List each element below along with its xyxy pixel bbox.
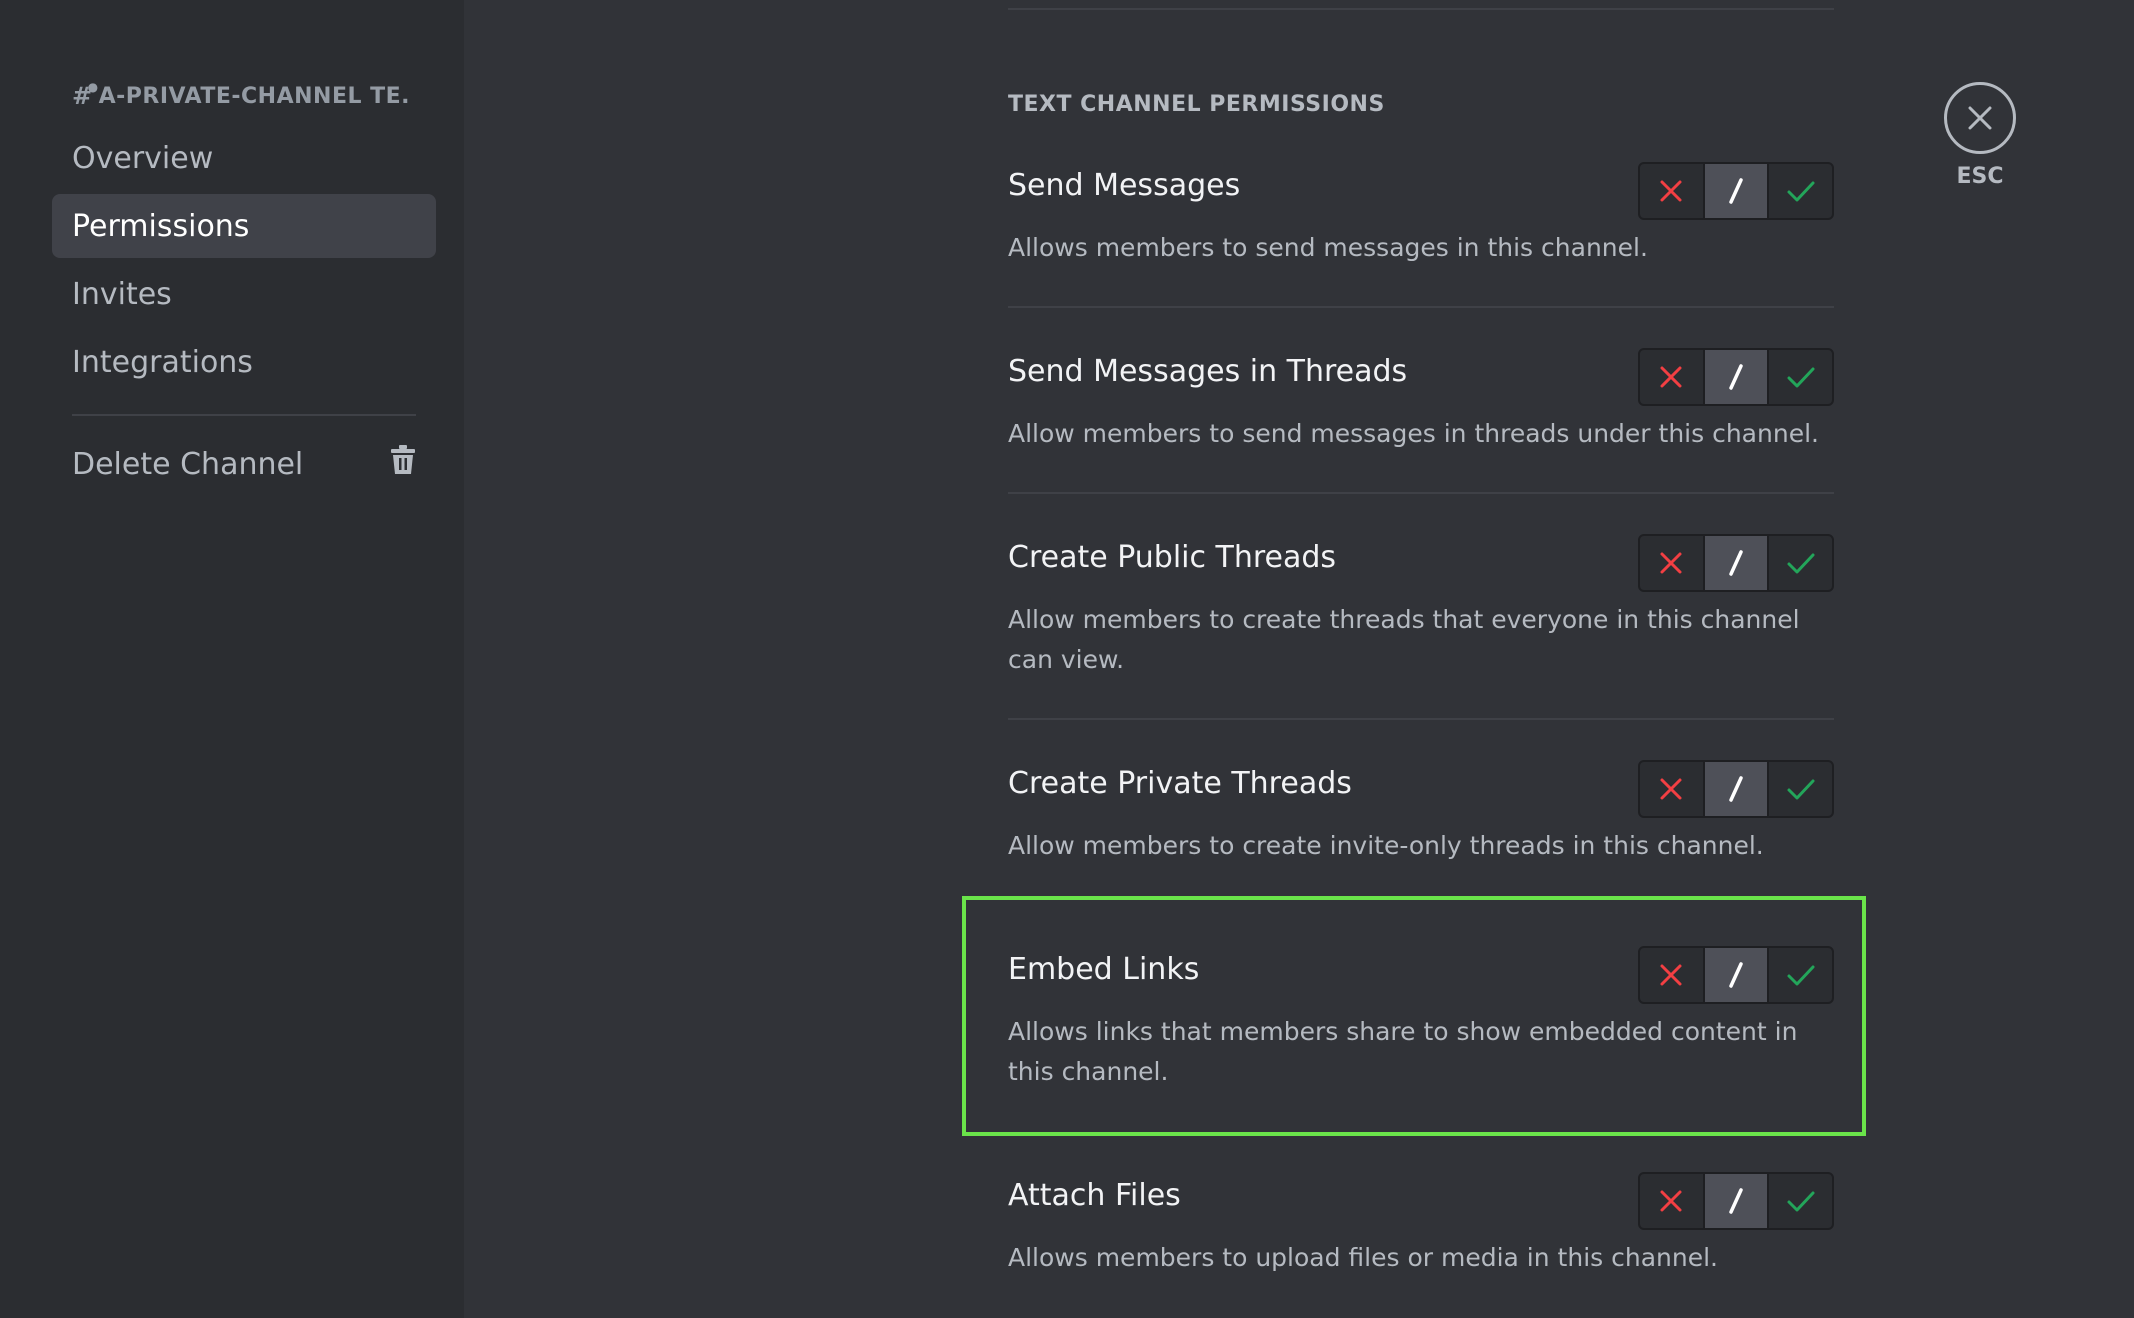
permission-name: Send Messages — [1008, 168, 1241, 203]
x-icon — [1660, 1190, 1682, 1212]
check-icon — [1787, 553, 1815, 574]
close-icon — [1968, 106, 1992, 130]
permission-name: Attach Files — [1008, 1178, 1181, 1213]
allow-button[interactable] — [1769, 350, 1832, 404]
deny-button[interactable] — [1640, 350, 1705, 404]
permission-toggle — [1638, 162, 1834, 220]
check-icon — [1787, 367, 1815, 388]
x-icon — [1660, 180, 1682, 202]
sidebar-item-label: Overview — [72, 140, 214, 176]
sidebar-item-invites[interactable]: Invites — [52, 262, 436, 326]
allow-button[interactable] — [1769, 536, 1832, 590]
permission-send-messages-in-threads: Send Messages in Threads Allow members t… — [1008, 348, 1834, 494]
permission-send-messages: Send Messages Allows members to send mes… — [1008, 162, 1834, 308]
permission-toggle — [1638, 348, 1834, 406]
permission-description: Allow members to create threads that eve… — [1008, 605, 1800, 674]
deny-button[interactable] — [1640, 536, 1705, 590]
permission-divider — [1008, 306, 1834, 308]
permission-name: Send Messages in Threads — [1008, 354, 1408, 389]
sidebar-item-label: Permissions — [72, 208, 250, 244]
neutral-button[interactable] — [1704, 948, 1770, 1002]
settings-sidebar: # ● A-PRIVATE-CHANNEL TE... Overview Perm… — [0, 0, 464, 1318]
permission-name: Create Private Threads — [1008, 766, 1352, 801]
permission-attach-files: Attach Files Allows members to upload fi… — [1008, 1172, 1834, 1278]
allow-button[interactable] — [1769, 948, 1832, 1002]
permission-description: Allows members to upload files or media … — [1008, 1243, 1718, 1272]
slash-icon — [1729, 364, 1743, 390]
neutral-button[interactable] — [1704, 536, 1770, 590]
delete-channel-button[interactable]: Delete Channel — [52, 432, 436, 496]
slash-icon — [1729, 178, 1743, 204]
permission-description: Allow members to create invite-only thre… — [1008, 831, 1764, 860]
neutral-button[interactable] — [1704, 164, 1770, 218]
check-icon — [1787, 965, 1815, 986]
permission-description: Allow members to send messages in thread… — [1008, 419, 1819, 448]
permission-divider — [1008, 718, 1834, 720]
permission-embed-links: Embed Links Allows links that members sh… — [1008, 946, 1834, 1092]
sidebar-item-label: Integrations — [72, 344, 253, 380]
sidebar-item-integrations[interactable]: Integrations — [52, 330, 436, 394]
sidebar-item-permissions[interactable]: Permissions — [52, 194, 436, 258]
delete-channel-label: Delete Channel — [72, 446, 304, 482]
deny-button[interactable] — [1640, 762, 1705, 816]
permission-create-public-threads: Create Public Threads Allow members to c… — [1008, 534, 1834, 720]
x-icon — [1660, 964, 1682, 986]
close-button[interactable] — [1944, 82, 2016, 154]
deny-button[interactable] — [1640, 164, 1705, 218]
close-settings: ESC — [1944, 82, 2016, 189]
x-icon — [1660, 778, 1682, 800]
permission-description: Allows links that members share to show … — [1008, 1017, 1798, 1086]
channel-name: A-PRIVATE-CHANNEL TE... — [98, 83, 412, 109]
sidebar-item-label: Invites — [72, 276, 172, 312]
permission-create-private-threads: Create Private Threads Allow members to … — [1008, 760, 1834, 906]
slash-icon — [1729, 962, 1743, 988]
section-title: TEXT CHANNEL PERMISSIONS — [1008, 92, 1385, 117]
permission-name: Embed Links — [1008, 952, 1200, 987]
top-divider — [1008, 8, 1834, 10]
check-icon — [1787, 181, 1815, 202]
check-icon — [1787, 1191, 1815, 1212]
neutral-button[interactable] — [1704, 1174, 1770, 1228]
slash-icon — [1729, 550, 1743, 576]
allow-button[interactable] — [1769, 1174, 1832, 1228]
permission-name: Create Public Threads — [1008, 540, 1337, 575]
check-icon — [1787, 779, 1815, 800]
permission-toggle — [1638, 1172, 1834, 1230]
esc-label: ESC — [1956, 164, 2004, 189]
permission-toggle — [1638, 534, 1834, 592]
neutral-button[interactable] — [1704, 762, 1770, 816]
deny-button[interactable] — [1640, 948, 1705, 1002]
permission-description: Allows members to send messages in this … — [1008, 233, 1648, 262]
neutral-button[interactable] — [1704, 350, 1770, 404]
slash-icon — [1729, 776, 1743, 802]
allow-button[interactable] — [1769, 164, 1832, 218]
trash-icon — [390, 445, 416, 483]
sidebar-item-overview[interactable]: Overview — [52, 126, 436, 190]
permission-toggle — [1638, 946, 1834, 1004]
allow-button[interactable] — [1769, 762, 1832, 816]
permission-toggle — [1638, 760, 1834, 818]
slash-icon — [1729, 1188, 1743, 1214]
permission-divider — [1008, 492, 1834, 494]
x-icon — [1660, 552, 1682, 574]
deny-button[interactable] — [1640, 1174, 1705, 1228]
x-icon — [1660, 366, 1682, 388]
private-channel-icon: # ● — [72, 82, 99, 110]
sidebar-divider — [72, 414, 416, 416]
channel-header: # ● A-PRIVATE-CHANNEL TE... — [72, 82, 412, 110]
